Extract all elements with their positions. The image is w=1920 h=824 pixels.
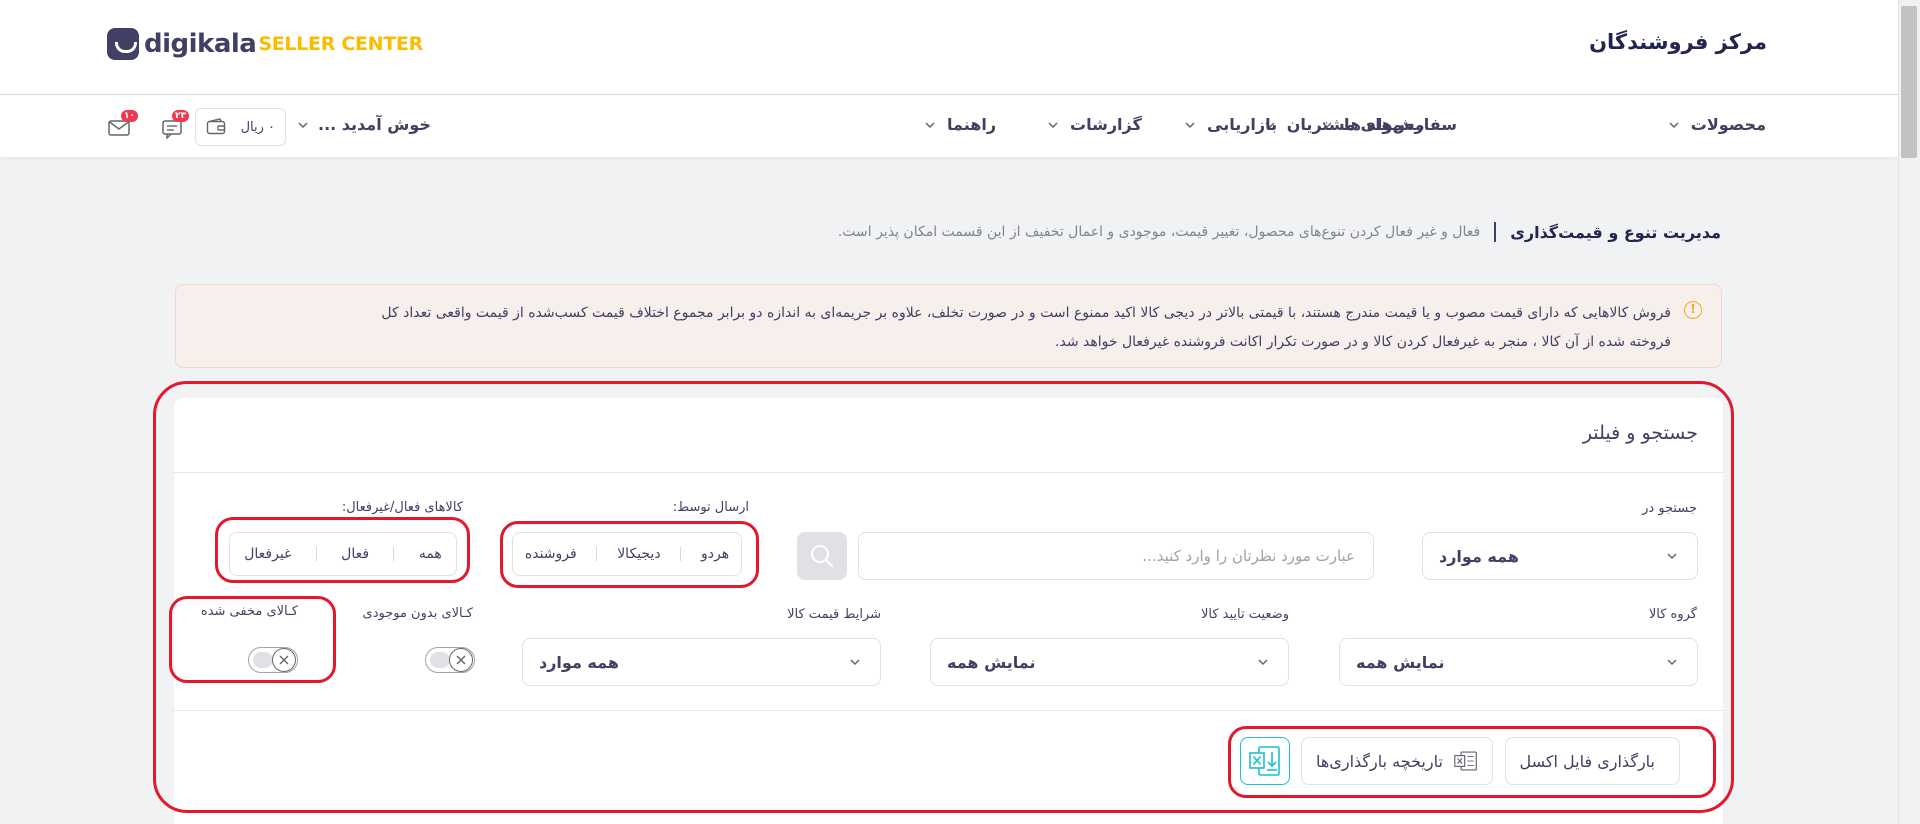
search-icon bbox=[811, 545, 834, 568]
product-group-value: نمایش همه bbox=[1356, 652, 1445, 672]
upload-excel-button[interactable]: بارگذاری فایل اکسل bbox=[1505, 737, 1680, 785]
wallet-icon bbox=[206, 118, 226, 135]
chevron-down-icon bbox=[925, 121, 935, 128]
approval-status-label: وضعیت تایید کالا bbox=[1200, 607, 1289, 622]
shipped-by-seller[interactable]: فروشنده bbox=[521, 546, 581, 562]
shipped-by-both[interactable]: هردو bbox=[697, 546, 733, 562]
messages-button[interactable]: ۲۳ bbox=[161, 110, 189, 140]
nav-item-shipment[interactable]: محموله ها bbox=[1320, 115, 1425, 134]
scrollbar-thumb[interactable] bbox=[1901, 6, 1917, 158]
segment-separator bbox=[315, 547, 317, 561]
segment-separator bbox=[393, 547, 395, 561]
price-condition-label: شرایط قیمت کالا bbox=[787, 607, 881, 622]
logo-mark-icon bbox=[107, 28, 139, 60]
nav-item-products[interactable]: محصولات bbox=[1667, 115, 1766, 134]
excel-download-icon bbox=[1249, 746, 1280, 776]
top-header: مرکز فروشندگان digikala SELLER CENTER bbox=[0, 0, 1898, 95]
logo-word: digikala bbox=[144, 29, 257, 59]
search-button[interactable] bbox=[797, 532, 847, 580]
logo-subtitle: SELLER CENTER bbox=[258, 33, 423, 55]
active-status-active[interactable]: فعال bbox=[337, 546, 373, 562]
chevron-down-icon bbox=[1048, 121, 1058, 128]
search-in-value: همه موارد bbox=[1439, 546, 1519, 566]
product-group-select[interactable]: نمایش همه bbox=[1339, 638, 1698, 686]
page-description: فعال و غیر فعال کردن تنوع‌های محصول، تغی… bbox=[837, 224, 1481, 240]
approval-status-value: نمایش همه bbox=[947, 652, 1036, 672]
toggle-track bbox=[253, 652, 273, 668]
page-scrollbar[interactable] bbox=[1898, 0, 1920, 824]
chevron-down-icon bbox=[1258, 659, 1268, 666]
excel-file-icon bbox=[1454, 751, 1477, 771]
upload-excel-label: بارگذاری فایل اکسل bbox=[1519, 751, 1655, 771]
heading-separator bbox=[1494, 222, 1497, 242]
toggle-knob bbox=[272, 648, 296, 672]
hidden-products-label: کـالای مخفی شده bbox=[200, 604, 298, 619]
portal-title: مرکز فروشندگان bbox=[1589, 30, 1767, 54]
no-stock-label: کـالای بدون موجودی bbox=[362, 606, 473, 621]
shipped-by-segmented: هردو دیجیکالا فروشنده bbox=[512, 532, 742, 576]
segment-separator bbox=[680, 547, 682, 561]
alert-text: فروش کالاهایی که دارای قیمت مصوب و یا قی… bbox=[381, 305, 1671, 350]
hidden-products-toggle[interactable] bbox=[248, 647, 298, 673]
shipped-by-digikala[interactable]: دیجیکالا bbox=[613, 546, 664, 562]
active-status-all[interactable]: همه bbox=[415, 546, 446, 562]
active-status-label: کالاهای فعال/غیرفعال: bbox=[341, 500, 463, 515]
toggle-knob bbox=[449, 648, 473, 672]
nav-item-help[interactable]: راهنما bbox=[923, 115, 996, 134]
product-group-label: گروه کالا bbox=[1648, 607, 1697, 622]
shipped-by-label: ارسال توسط: bbox=[672, 500, 749, 515]
upload-history-label: تاریخچه بارگذاری‌ها bbox=[1316, 751, 1443, 771]
warning-icon: ! bbox=[1684, 301, 1702, 319]
digikala-logo[interactable]: digikala SELLER CENTER bbox=[107, 28, 423, 60]
chevron-down-icon bbox=[1669, 121, 1679, 128]
price-warning-alert: ! فروش کالاهایی که دارای قیمت مصوب و یا … bbox=[175, 284, 1722, 368]
user-menu[interactable]: خوش آمدید ... bbox=[296, 115, 431, 134]
panel-actions-divider bbox=[174, 710, 1723, 711]
chevron-down-icon bbox=[298, 121, 308, 128]
filter-panel-title: جستجو و فیلتر bbox=[1582, 422, 1698, 444]
segment-separator bbox=[596, 547, 598, 561]
page-heading: مدیریت تنوع و قیمت‌گذاری فعال و غیر فعال… bbox=[838, 222, 1721, 242]
active-status-segmented: همه فعال غیرفعال bbox=[229, 532, 457, 576]
chevron-down-icon bbox=[1667, 659, 1677, 666]
chevron-down-icon bbox=[1667, 553, 1677, 560]
toggle-track bbox=[430, 652, 450, 668]
no-stock-toggle[interactable] bbox=[425, 647, 475, 673]
chevron-down-icon bbox=[1185, 121, 1195, 128]
chevron-down-icon bbox=[1322, 121, 1332, 128]
page-title: مدیریت تنوع و قیمت‌گذاری bbox=[1510, 222, 1721, 242]
approval-status-select[interactable]: نمایش همه bbox=[930, 638, 1289, 686]
search-input[interactable] bbox=[858, 532, 1374, 580]
search-in-select[interactable]: همه موارد bbox=[1422, 532, 1698, 580]
wallet-button[interactable]: ۰ ریال bbox=[195, 108, 286, 146]
messages-badge: ۲۳ bbox=[172, 110, 189, 122]
close-icon bbox=[279, 655, 289, 665]
mail-button[interactable]: ۱۰ bbox=[107, 110, 138, 139]
nav-item-reports[interactable]: گزارشات bbox=[1046, 115, 1142, 134]
nav-item-marketing[interactable]: بازاریابی bbox=[1183, 115, 1277, 134]
price-condition-value: همه موارد bbox=[539, 652, 619, 672]
price-condition-select[interactable]: همه موارد bbox=[522, 638, 881, 686]
close-icon bbox=[456, 655, 466, 665]
active-status-inactive[interactable]: غیرفعال bbox=[240, 546, 295, 562]
search-in-label: جستجو در bbox=[1642, 501, 1697, 516]
excel-download-button[interactable] bbox=[1240, 737, 1290, 785]
upload-history-button[interactable]: تاریخچه بارگذاری‌ها bbox=[1301, 737, 1493, 785]
chevron-down-icon bbox=[850, 659, 860, 666]
panel-header-divider bbox=[174, 472, 1723, 473]
wallet-amount: ۰ ریال bbox=[240, 119, 275, 135]
mail-badge: ۱۰ bbox=[121, 110, 138, 122]
